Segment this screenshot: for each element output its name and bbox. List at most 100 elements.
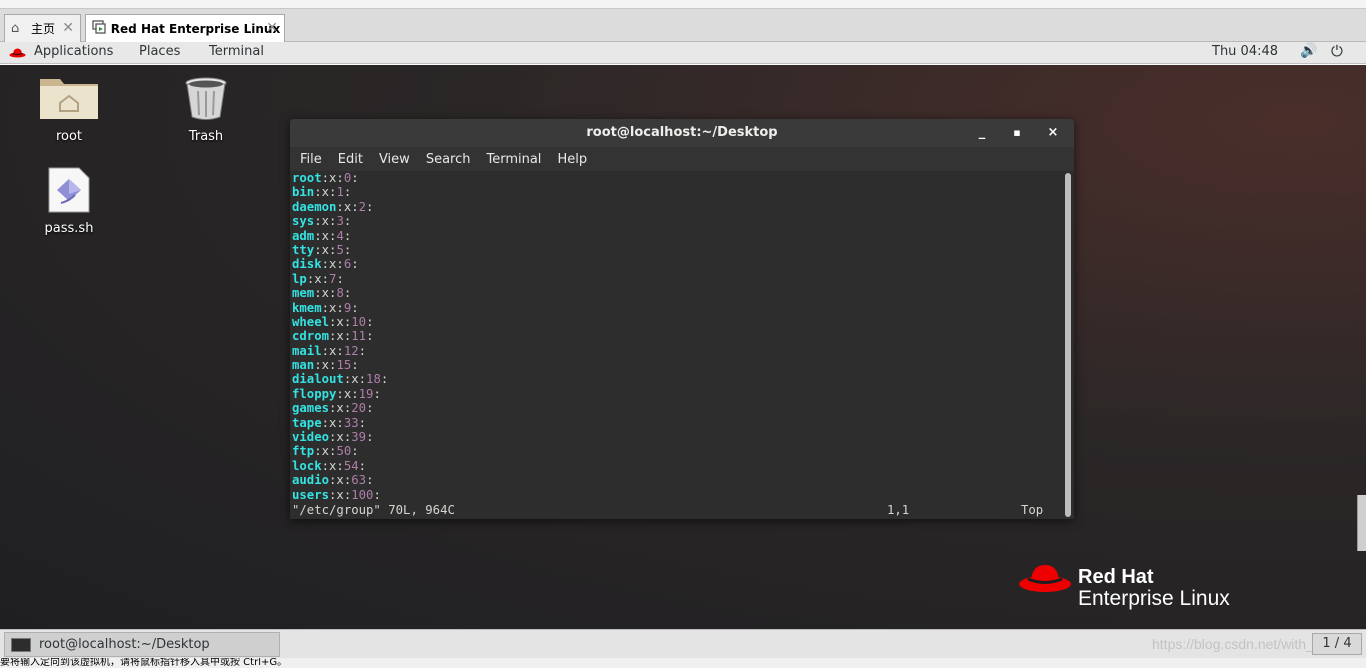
- group-id: 5: [336, 242, 344, 257]
- tab-vm-label: Red Hat Enterprise Linux ...: [110, 21, 284, 36]
- separator: :x:: [336, 386, 359, 401]
- group-id: 2: [358, 199, 367, 214]
- desktop-icon-trash[interactable]: Trash: [164, 75, 248, 144]
- group-name: floppy: [292, 386, 337, 401]
- group-name: mail: [292, 343, 322, 358]
- group-id: 15: [336, 358, 352, 373]
- desktop-icon-root[interactable]: root: [27, 73, 111, 144]
- separator: :x:: [314, 444, 337, 459]
- group-name: users: [292, 487, 330, 502]
- group-name: mem: [292, 286, 315, 301]
- menu-view[interactable]: View: [379, 152, 410, 167]
- home-folder-icon: [40, 79, 98, 119]
- applications-menu[interactable]: Applications: [34, 44, 113, 59]
- status-file: "/etc/group" 70L, 964C: [292, 502, 455, 517]
- menu-file[interactable]: File: [300, 152, 322, 167]
- group-name: root: [292, 171, 322, 185]
- close-icon[interactable]: ✕: [62, 20, 74, 36]
- separator: :: [373, 386, 381, 401]
- group-id: 8: [336, 286, 344, 301]
- separator: :x:: [314, 242, 337, 257]
- terminal-line: video:x:39:: [292, 430, 1062, 444]
- script-file-icon: [48, 167, 90, 213]
- volume-icon[interactable]: 🔊: [1300, 43, 1317, 59]
- desktop-icon-label: root: [55, 129, 83, 144]
- menu-edit[interactable]: Edit: [338, 152, 363, 167]
- group-name: games: [292, 401, 330, 416]
- separator: :: [366, 401, 374, 416]
- group-id: 100: [351, 487, 374, 502]
- group-name: sys: [292, 214, 315, 229]
- separator: :x:: [329, 430, 352, 445]
- group-name: ftp: [292, 444, 315, 459]
- desktop-icon-label: Trash: [188, 129, 224, 144]
- separator: :: [366, 430, 374, 445]
- separator: :: [336, 271, 344, 286]
- group-id: 3: [336, 214, 344, 229]
- separator: :x:: [314, 358, 337, 373]
- terminal-app-menu[interactable]: Terminal: [209, 44, 264, 59]
- menu-search[interactable]: Search: [426, 152, 471, 167]
- terminal-line: mail:x:12:: [292, 344, 1062, 358]
- bottom-panel: root@localhost:~/Desktop https://blog.cs…: [0, 629, 1366, 658]
- status-scroll-position: Top: [1021, 502, 1044, 517]
- group-id: 63: [351, 473, 367, 488]
- redhat-logo: Red Hat Enterprise Linux: [1018, 562, 1230, 610]
- taskbar-window-label: root@localhost:~/Desktop: [39, 637, 210, 652]
- terminal-line: users:x:100:: [292, 488, 1062, 502]
- menu-terminal[interactable]: Terminal: [486, 152, 541, 167]
- maximize-icon[interactable]: ▪: [1007, 119, 1027, 147]
- tab-vm[interactable]: Red Hat Enterprise Linux ... ✕: [85, 14, 285, 42]
- close-icon[interactable]: ×: [1043, 119, 1063, 147]
- separator: :: [343, 286, 352, 301]
- group-name: dialout: [292, 372, 344, 387]
- terminal-line: bin:x:1:: [292, 185, 1062, 199]
- group-id: 50: [336, 444, 352, 459]
- terminal-content[interactable]: root:x:0: bin:x:1: daemon:x:2: sys:x:3: adm:…: [292, 171, 1062, 517]
- gnome-top-bar: Applications Places Terminal Thu 04:48 🔊…: [0, 42, 1366, 64]
- separator: :: [351, 444, 359, 459]
- menu-help[interactable]: Help: [557, 152, 587, 167]
- desktop-icon-pass-sh[interactable]: pass.sh: [27, 167, 111, 236]
- status-cursor-position: 1,1: [887, 502, 910, 517]
- power-icon[interactable]: ⏻: [1331, 42, 1343, 60]
- terminal-line: ftp:x:50:: [292, 444, 1062, 458]
- host-tab-strip: ⌂ 主页 ✕ Red Hat Enterprise Linux ... ✕: [0, 0, 1366, 42]
- separator: :: [351, 257, 359, 272]
- separator: :x:: [314, 228, 337, 243]
- separator: :x:: [329, 329, 352, 344]
- group-id: 54: [343, 458, 359, 473]
- clock[interactable]: Thu 04:48: [1212, 44, 1278, 59]
- desktop-icon-label: pass.sh: [44, 221, 94, 236]
- vm-icon: [92, 19, 107, 38]
- terminal-line: floppy:x:19:: [292, 387, 1062, 401]
- group-name: lp: [292, 271, 307, 286]
- places-menu[interactable]: Places: [139, 44, 180, 59]
- separator: :: [343, 242, 352, 257]
- minimize-icon[interactable]: _: [972, 119, 992, 147]
- group-name: wheel: [292, 314, 330, 329]
- separator: :x:: [314, 214, 337, 229]
- group-name: audio: [292, 473, 330, 488]
- terminal-line: disk:x:6:: [292, 257, 1062, 271]
- tab-home[interactable]: ⌂ 主页 ✕: [4, 14, 81, 42]
- group-name: disk: [292, 257, 322, 272]
- terminal-titlebar[interactable]: root@localhost:~/Desktop _ ▪ ×: [290, 119, 1074, 147]
- host-scroll-grip[interactable]: [1357, 495, 1366, 551]
- separator: :: [366, 473, 374, 488]
- group-name: video: [292, 430, 330, 445]
- separator: :x:: [329, 487, 352, 502]
- separator: :x:: [321, 171, 344, 185]
- terminal-line: adm:x:4:: [292, 229, 1062, 243]
- close-icon[interactable]: ✕: [266, 20, 278, 36]
- terminal-line: audio:x:63:: [292, 473, 1062, 487]
- taskbar-window-terminal[interactable]: root@localhost:~/Desktop: [4, 632, 280, 657]
- group-name: kmem: [292, 300, 322, 315]
- workspace-pager[interactable]: 1 / 4: [1312, 633, 1362, 655]
- separator: :x:: [343, 372, 367, 387]
- group-id: 10: [351, 314, 367, 329]
- terminal-window[interactable]: root@localhost:~/Desktop _ ▪ × File Edit…: [290, 119, 1074, 519]
- separator: :: [373, 487, 381, 502]
- terminal-scrollbar[interactable]: [1065, 173, 1071, 517]
- terminal-line: man:x:15:: [292, 358, 1062, 372]
